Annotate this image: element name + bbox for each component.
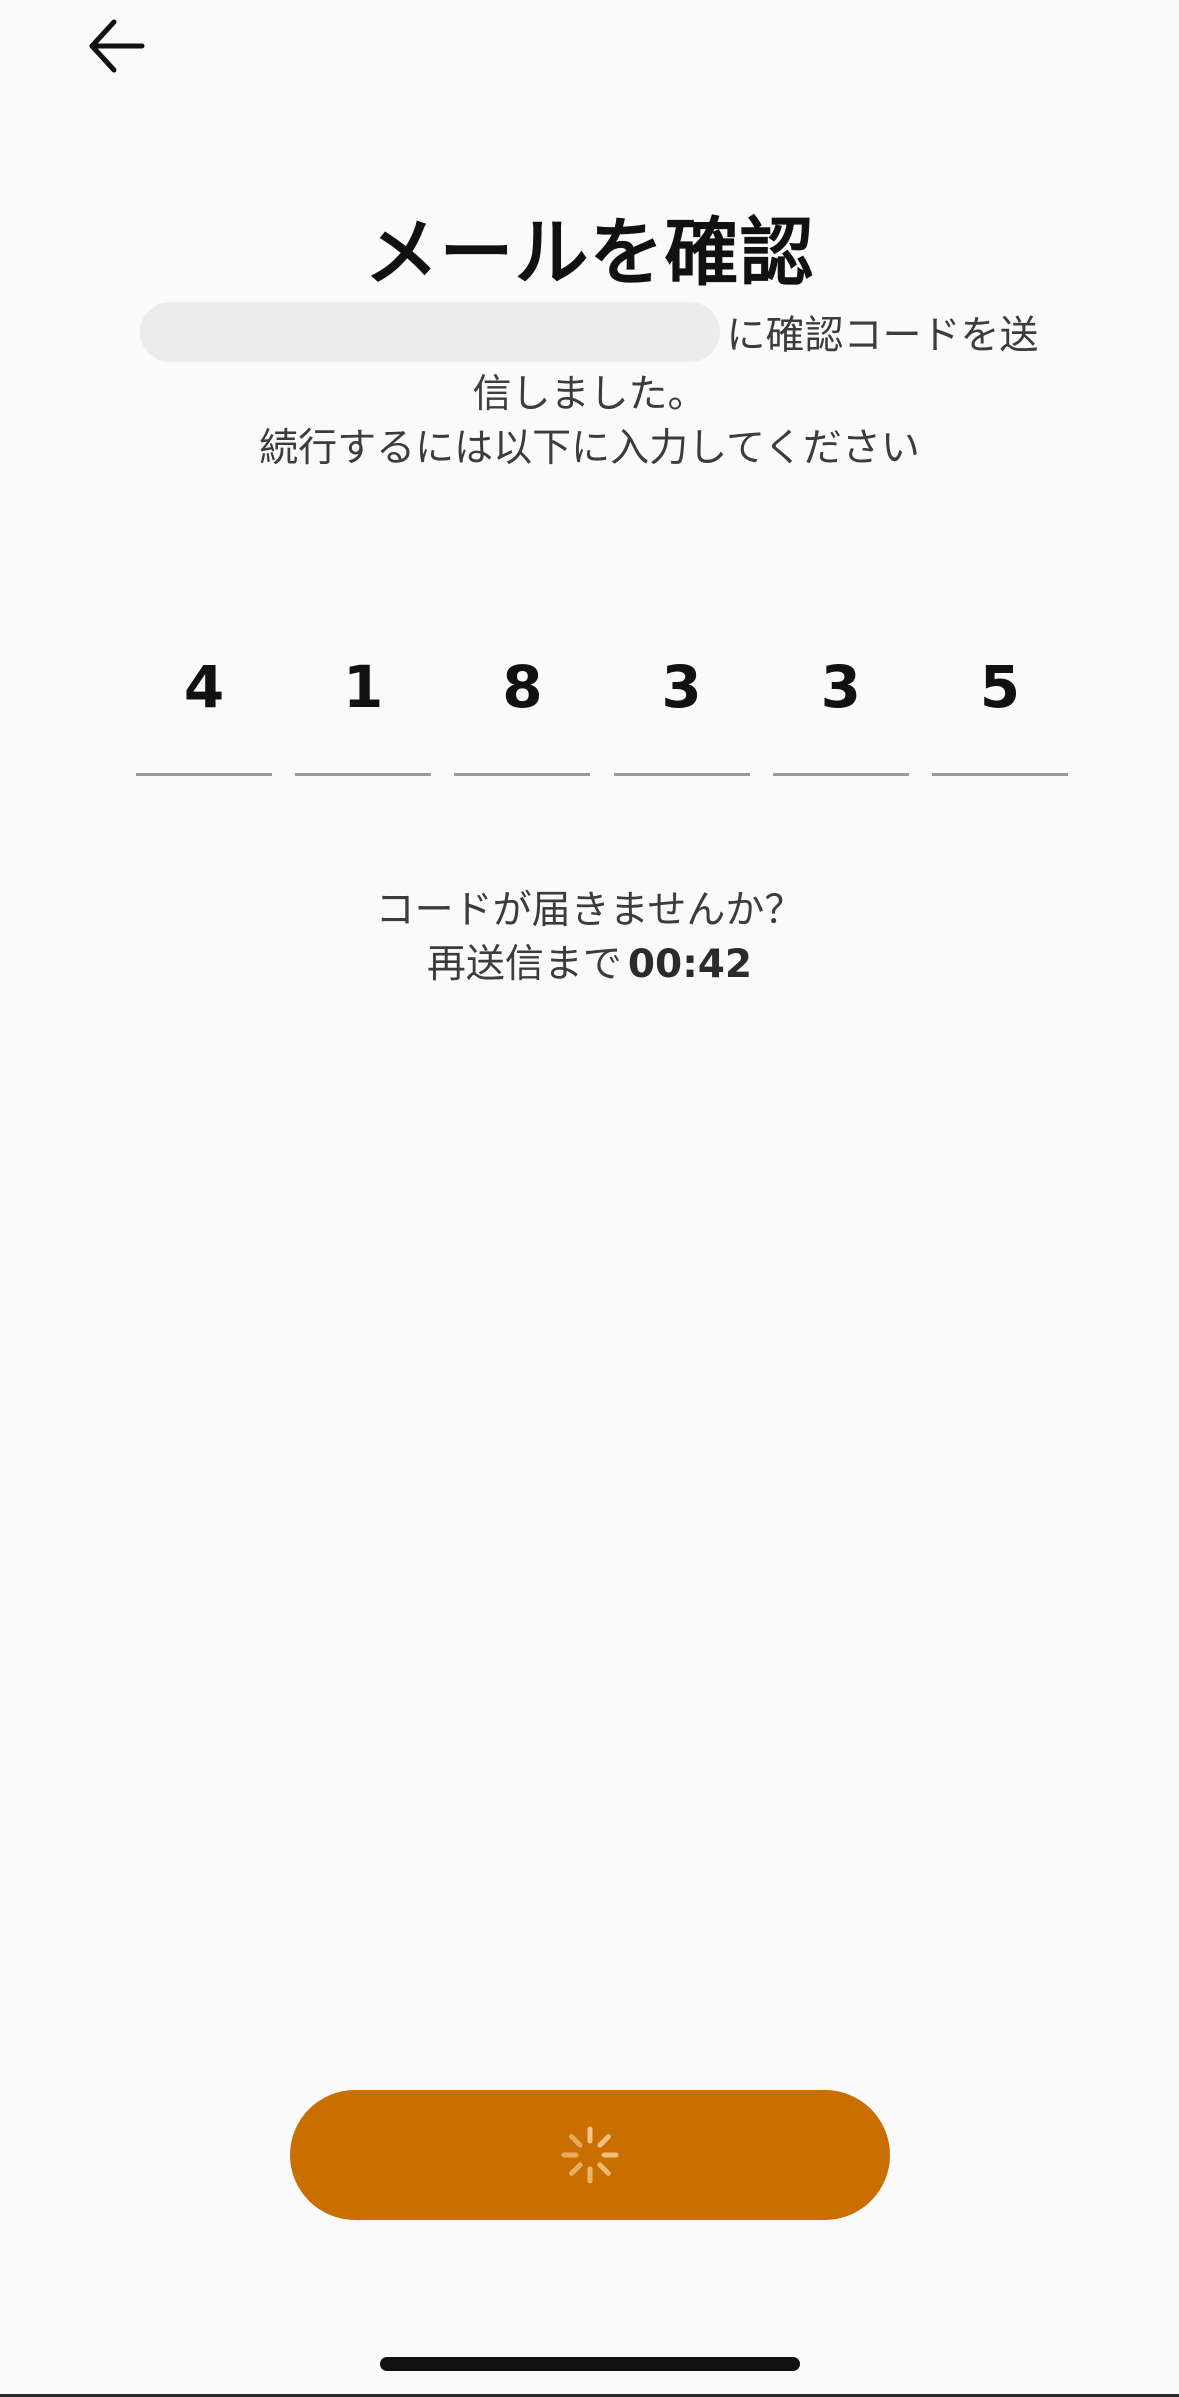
verification-code-input: 4 1 8 3 3 5 — [136, 620, 1068, 776]
code-digit: 5 — [979, 653, 1021, 721]
code-digit-field-5[interactable]: 3 — [772, 620, 909, 776]
resend-section: コードが届きませんか？ 再送信まで 00:42 — [0, 884, 1179, 992]
code-digit-field-3[interactable]: 8 — [454, 620, 591, 776]
instruction-line-1: に確認コードを送 — [100, 302, 1079, 368]
code-underline — [772, 773, 909, 776]
code-underline — [931, 773, 1068, 776]
instruction-line-1-text: に確認コードを送 — [726, 313, 1039, 359]
code-digit: 4 — [183, 653, 225, 721]
resend-prefix: 再送信まで — [426, 942, 622, 987]
code-digit-field-1[interactable]: 4 — [136, 620, 272, 776]
instruction-text: に確認コードを送 信しました。 続行するには以下に入力してください — [100, 302, 1079, 476]
code-digit: 3 — [661, 653, 702, 721]
code-digit: 3 — [820, 653, 861, 721]
loading-spinner-icon — [561, 2126, 619, 2184]
resend-question: コードが届きませんか？ — [375, 888, 804, 933]
code-underline — [136, 773, 272, 776]
code-digit-field-6[interactable]: 5 — [931, 620, 1068, 776]
arrow-left-icon — [89, 19, 145, 73]
resend-timer: 00:42 — [627, 942, 753, 987]
resend-countdown: 再送信まで 00:42 — [0, 938, 1179, 992]
code-underline — [613, 773, 750, 776]
home-indicator — [380, 2357, 800, 2371]
instruction-line-3: 続行するには以下に入力してください — [259, 426, 920, 471]
page-title: メールを確認 — [364, 210, 815, 296]
code-digit: 1 — [343, 653, 384, 721]
redacted-email — [140, 302, 721, 362]
instruction-line-2: 信しました。 — [472, 372, 707, 417]
submit-button[interactable] — [290, 2090, 890, 2220]
back-button[interactable] — [80, 10, 152, 82]
code-digit: 8 — [502, 653, 543, 721]
code-underline — [454, 773, 591, 776]
code-digit-field-4[interactable]: 3 — [613, 620, 750, 776]
code-underline — [295, 773, 432, 776]
code-digit-field-2[interactable]: 1 — [295, 620, 432, 776]
